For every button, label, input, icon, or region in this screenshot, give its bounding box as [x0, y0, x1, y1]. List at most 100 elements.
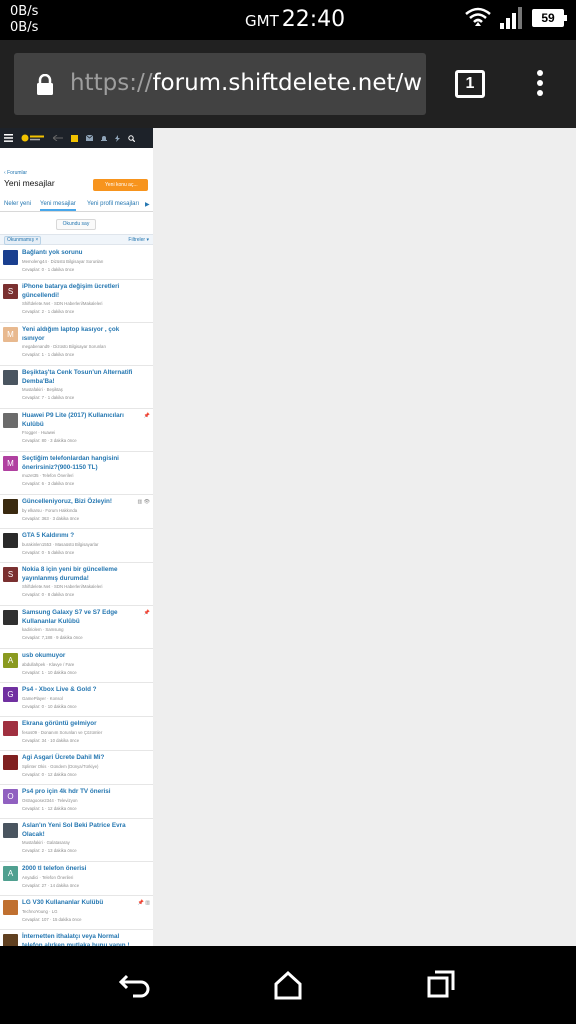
unread-filter-chip[interactable]: Okunmamış × — [4, 236, 42, 245]
search-icon[interactable] — [128, 134, 135, 142]
thread-title[interactable]: Huawei P9 Lite (2017) Kullanıcıları Kulü… — [22, 412, 140, 429]
thread-row[interactable]: M Yeni aldığım laptop kasıyor , çok ısını… — [0, 323, 153, 366]
thread-row[interactable]: S Nokia 8 için yeni bir güncelleme yayınl… — [0, 563, 153, 606]
thread-title[interactable]: Ps4 pro için 4k hdr TV önerisi — [22, 788, 140, 797]
avatar[interactable]: A — [3, 653, 18, 668]
url-bar[interactable]: https://forum.shiftdelete.net/w — [14, 53, 426, 115]
thread-row[interactable]: Ausb okumuyor abdullahpek · Klavye / Fare… — [0, 649, 153, 683]
back-arrow-icon[interactable] — [53, 135, 63, 141]
avatar[interactable] — [3, 610, 18, 625]
avatar[interactable]: M — [3, 327, 18, 342]
mark-read-button[interactable]: Okundu say — [56, 219, 96, 230]
thread-title[interactable]: iPhone batarya değişim ücretleri güncell… — [22, 283, 140, 300]
thread-stats: Cevaplar: 2 · 13 dakika önce — [22, 848, 77, 853]
thread-row[interactable]: Samsung Galaxy S7 ve S7 Edge Kullananlar… — [0, 606, 153, 649]
thread-row[interactable]: Ekrana görüntü gelmiyor fesos09 · Donanım… — [0, 717, 153, 751]
thread-title[interactable]: GTA 5 Kaldırımı ? — [22, 532, 140, 541]
thread-title[interactable]: Samsung Galaxy S7 ve S7 Edge Kullananlar… — [22, 609, 140, 626]
thread-title[interactable]: Seçtiğim telefonlardan hangisini önerirs… — [22, 455, 140, 472]
thread-title[interactable]: usb okumuyor — [22, 652, 140, 661]
wifi-icon — [465, 7, 491, 26]
avatar[interactable] — [3, 823, 18, 838]
site-logo[interactable] — [21, 134, 45, 142]
avatar[interactable]: S — [3, 284, 18, 299]
thread-row[interactable]: G Ps4 - Xbox Live & Gold ? GamePlayer · Ko… — [0, 683, 153, 717]
bookmark-flag-icon[interactable] — [71, 134, 78, 142]
thread-row[interactable]: Aslan'ın Yeni Sol Beki Patrice Evra Olac… — [0, 819, 153, 862]
thread-title[interactable]: Güncelleniyoruz, Bizi Özleyin! — [22, 498, 140, 507]
thread-row[interactable]: A 2000 tl telefon önerisi Anyadici · Telef… — [0, 862, 153, 896]
thread-row[interactable]: GTA 5 Kaldırımı ? burakinlen1553 · Masaüs… — [0, 529, 153, 563]
thread-stats: Cevaplar: 363 · 3 dakika önce — [22, 515, 80, 521]
thread-stats: Cevaplar: 0 · 8 dakika önce — [22, 592, 75, 597]
avatar[interactable]: M — [3, 456, 18, 471]
hamburger-menu-icon[interactable] — [4, 134, 13, 142]
overflow-menu-icon[interactable] — [530, 70, 550, 100]
recents-icon[interactable] — [420, 970, 460, 1000]
back-icon[interactable] — [115, 970, 155, 1000]
thread-row[interactable]: Bağlantı yok sorunu Memoleng44 · Dizüstü … — [0, 246, 153, 280]
mail-icon[interactable] — [86, 135, 93, 141]
thread-stats: Cevaplar: 0 · 10 dakika önce — [22, 703, 77, 709]
navigation-bar — [0, 946, 576, 1024]
thread-title[interactable]: Beşiktaş'ta Cenk Tosun'un Alternatifi De… — [22, 369, 140, 386]
avatar[interactable] — [3, 250, 18, 265]
avatar[interactable]: A — [3, 866, 18, 881]
thread-title[interactable]: Yeni aldığım laptop kasıyor , çok ısınıy… — [22, 326, 140, 343]
home-icon[interactable] — [268, 970, 308, 1000]
timezone: GMT — [245, 12, 279, 30]
tab-new-profile-posts[interactable]: Yeni profil mesajları — [87, 201, 139, 207]
thread-meta: fesos09 · Donanım Sorunları ve Çözümler — [22, 729, 103, 735]
new-topic-button[interactable]: Yeni konu aç... — [93, 179, 148, 191]
network-speed: 0B/s 0B/s — [10, 4, 38, 36]
thread-row[interactable]: Huawei P9 Lite (2017) Kullanıcıları Kulü… — [0, 409, 153, 452]
status-bar: 0B/s 0B/s GMT 22:40 59 — [0, 0, 576, 40]
avatar[interactable] — [3, 755, 18, 770]
thread-row[interactable]: LG V30 Kullananlar Kulübü TechnoYoung · L… — [0, 896, 153, 930]
thread-title[interactable]: Ekrana görüntü gelmiyor — [22, 720, 140, 729]
thread-title[interactable]: Ps4 - Xbox Live & Gold ? — [22, 686, 140, 695]
thread-row[interactable]: İnternetten ithalatçı veya Normal telefo… — [0, 930, 153, 946]
thread-title[interactable]: LG V30 Kullananlar Kulübü — [22, 899, 140, 908]
avatar[interactable]: G — [3, 687, 18, 702]
breadcrumb[interactable]: ‹ Forumlar — [4, 170, 153, 176]
tab-whats-new[interactable]: Neler yeni — [4, 201, 31, 207]
thread-title[interactable]: İnternetten ithalatçı veya Normal telefo… — [22, 933, 140, 946]
bell-icon[interactable] — [101, 135, 107, 142]
filters-dropdown[interactable]: Filtreler ▾ — [128, 237, 149, 243]
thread-title[interactable]: 2000 tl telefon önerisi — [22, 865, 140, 874]
thread-title[interactable]: Agi Asgari Ücrete Dahil Mi? — [22, 754, 140, 763]
thread-meta: megabenand9 · Dizüstü Bilgisayar Sorunla… — [22, 344, 107, 349]
thread-title[interactable]: Bağlantı yok sorunu — [22, 249, 140, 258]
thread-title[interactable]: Nokia 8 için yeni bir güncelleme yayınla… — [22, 566, 140, 583]
web-viewport[interactable]: ‹ Forumlar Yeni mesajlar Yeni konu aç...… — [0, 128, 576, 946]
bolt-icon[interactable] — [115, 134, 120, 142]
avatar[interactable] — [3, 900, 18, 915]
avatar[interactable]: S — [3, 567, 18, 582]
filter-bar: Okunmamış × Filtreler ▾ — [0, 234, 153, 245]
avatar[interactable] — [3, 533, 18, 548]
thread-title[interactable]: Aslan'ın Yeni Sol Beki Patrice Evra Olac… — [22, 822, 140, 839]
chevron-right-icon[interactable]: ▶ — [145, 201, 150, 208]
avatar[interactable] — [3, 721, 18, 736]
thread-meta: abdullahpek · Klavye / Fare — [22, 661, 75, 667]
avatar[interactable]: O — [3, 789, 18, 804]
thread-stats: Cevaplar: 0 · 12 dakika önce — [22, 771, 77, 777]
thread-row[interactable]: Güncelleniyoruz, Bizi Özleyin! by elkarsu… — [0, 495, 153, 529]
avatar[interactable] — [3, 413, 18, 428]
thread-meta: kadiriolem · Samsung — [22, 627, 64, 632]
thread-row[interactable]: SiPhone batarya değişim ücretleri güncel… — [0, 280, 153, 323]
avatar[interactable] — [3, 370, 18, 385]
thread-meta: burakinlen1553 · Masaüstü Bilgisayarlar — [22, 541, 99, 547]
avatar[interactable] — [3, 934, 18, 946]
thread-row[interactable]: M Seçtiğim telefonlardan hangisini önerir… — [0, 452, 153, 495]
url-text: https://forum.shiftdelete.net/w — [70, 70, 423, 96]
thread-row[interactable]: Agi Asgari Ücrete Dahil Mi? Splinter Okis… — [0, 751, 153, 785]
tab-switcher-button[interactable]: 1 — [455, 70, 485, 98]
browser-toolbar: https://forum.shiftdelete.net/w 1 — [0, 40, 576, 128]
tab-new-posts[interactable]: Yeni mesajlar — [40, 201, 76, 211]
avatar[interactable] — [3, 499, 18, 514]
thread-meta: by elkarsu · Forum Hakkında — [22, 507, 78, 513]
thread-row[interactable]: O Ps4 pro için 4k hdr TV önerisi Ostragoos… — [0, 785, 153, 819]
thread-row[interactable]: Beşiktaş'ta Cenk Tosun'un Alternatifi De… — [0, 366, 153, 409]
